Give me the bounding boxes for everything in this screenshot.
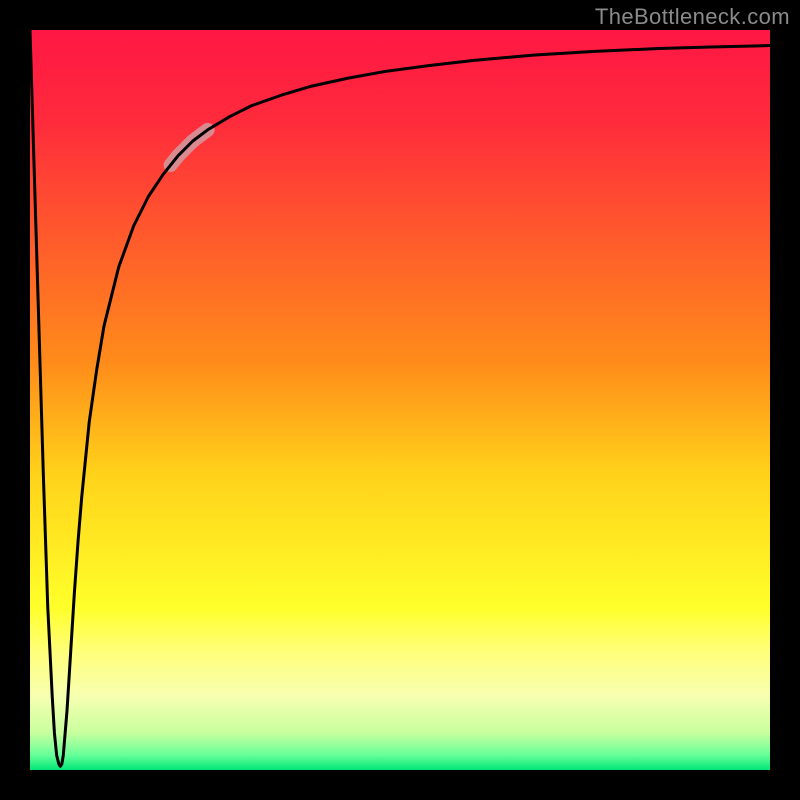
gradient-background [30, 30, 770, 770]
chart-svg [30, 30, 770, 770]
plot-area [30, 30, 770, 770]
chart-frame: TheBottleneck.com [0, 0, 800, 800]
watermark-label: TheBottleneck.com [595, 4, 790, 30]
